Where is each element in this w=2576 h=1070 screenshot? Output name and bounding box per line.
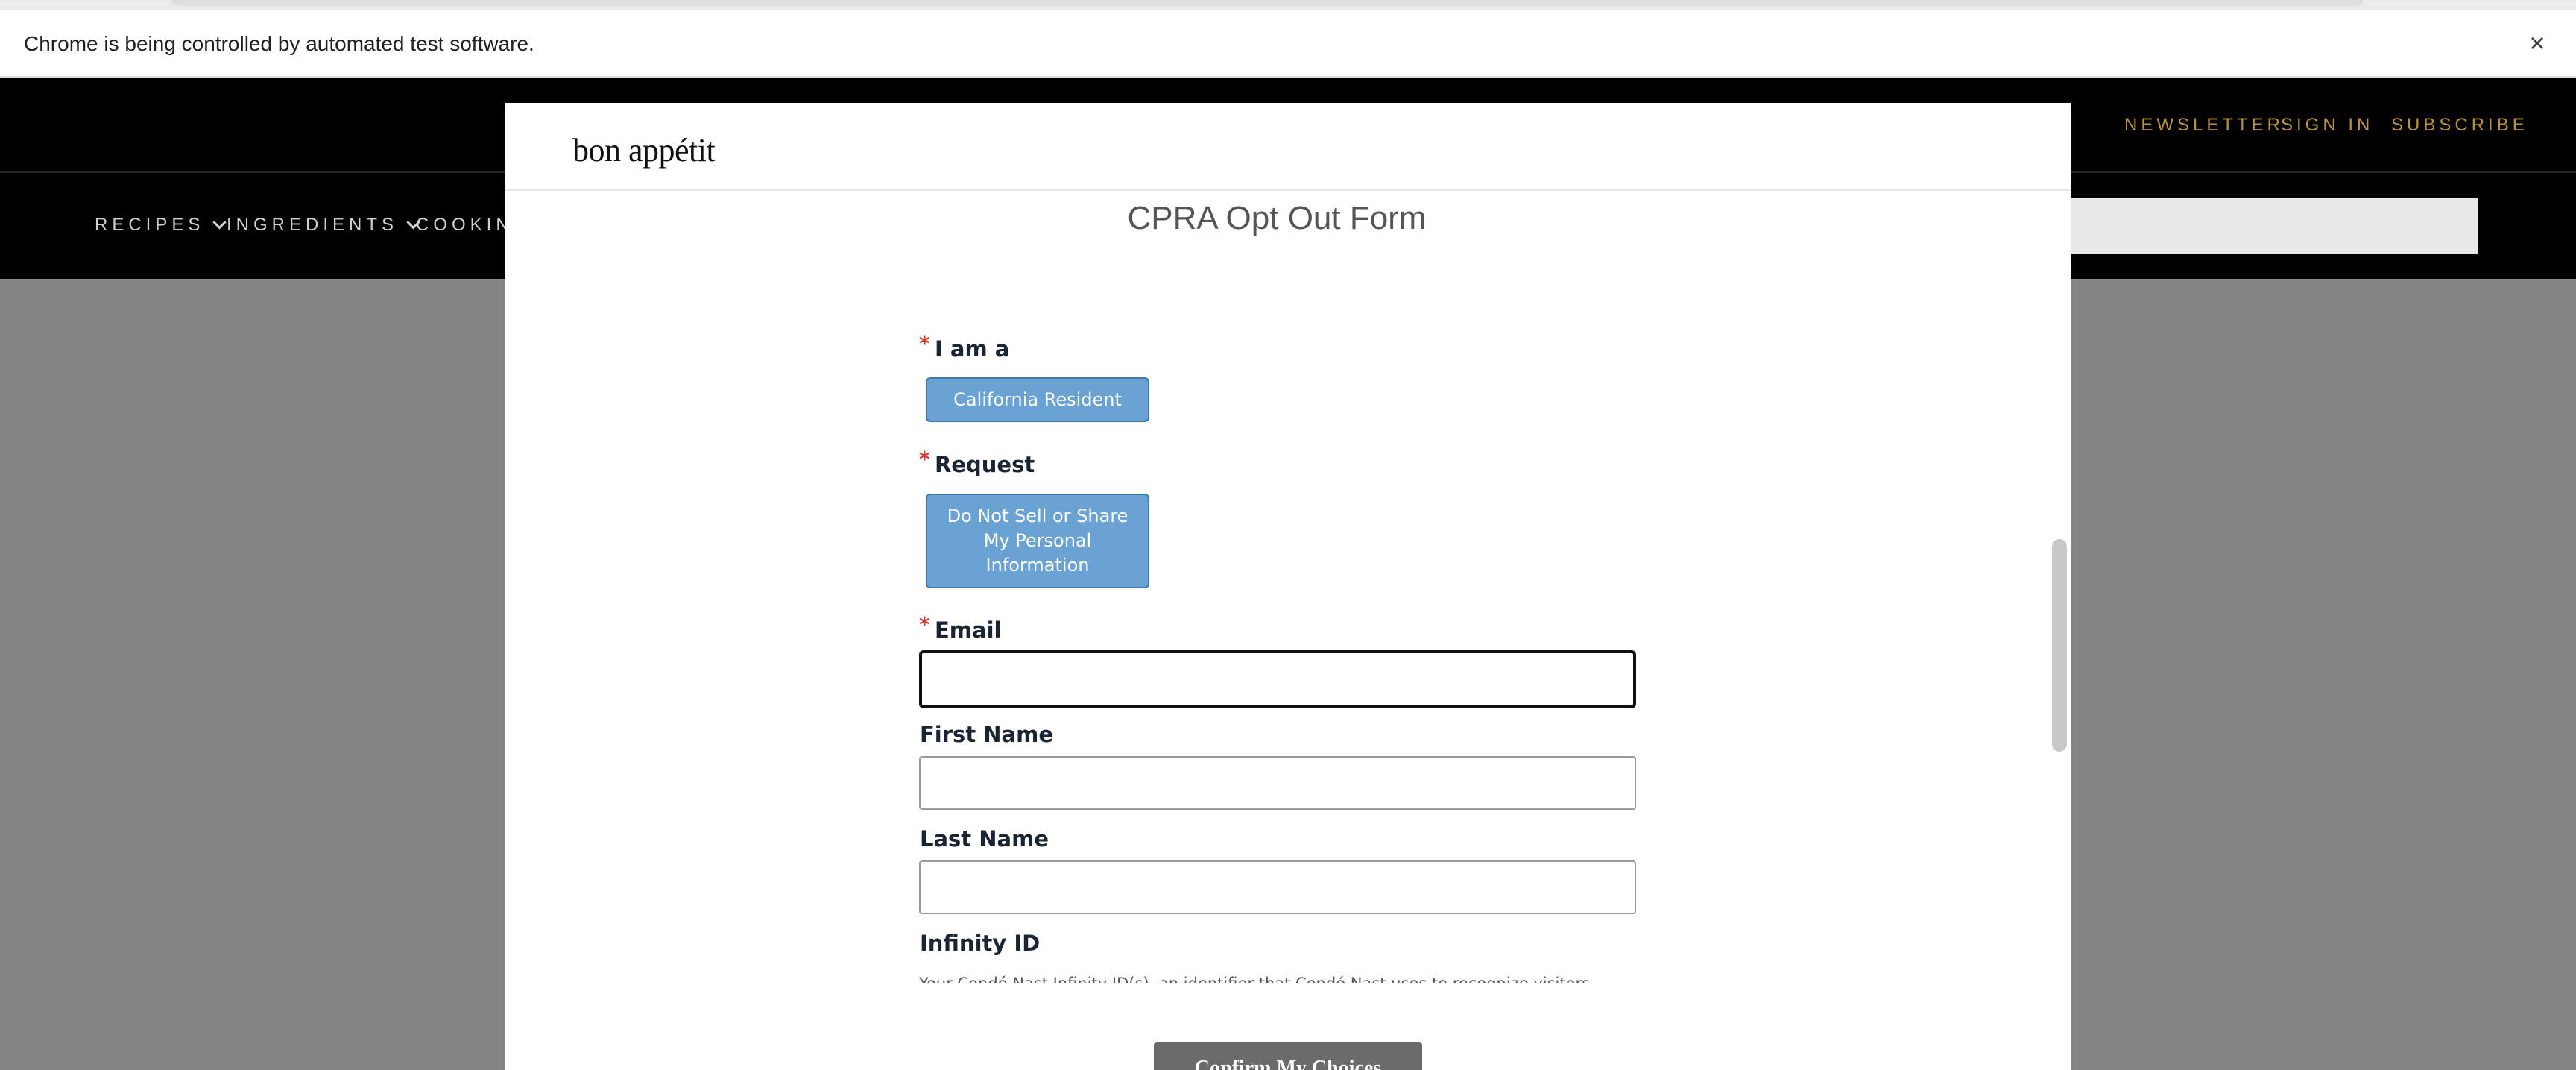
california-resident-button[interactable]: California Resident — [926, 377, 1149, 422]
first-name-field[interactable] — [919, 756, 1636, 810]
nav-ingredients-label: INGREDIENTS — [227, 215, 399, 235]
nav-ingredients[interactable]: INGREDIENTS — [227, 215, 420, 236]
required-marker: * — [919, 612, 930, 637]
close-icon[interactable]: × — [2521, 27, 2554, 60]
address-bar-edge — [171, 0, 2363, 6]
california-resident-label: California Resident — [953, 388, 1122, 410]
scrollbar-thumb[interactable] — [2052, 539, 2067, 752]
infobar-message: Chrome is being controlled by automated … — [24, 32, 534, 55]
nav-recipes[interactable]: RECIPES — [95, 215, 227, 236]
nav-recipes-label: RECIPES — [95, 215, 205, 235]
required-marker: * — [919, 447, 930, 471]
subscribe-link[interactable]: SUBSCRIBE — [2391, 115, 2528, 136]
first-name-label: First Name — [920, 722, 1053, 747]
nav-cooking[interactable]: COOKIN — [416, 215, 514, 236]
brand-logo: bon appétit — [572, 132, 716, 169]
automation-infobar: Chrome is being controlled by automated … — [0, 10, 2576, 78]
modal-header: bon appétit — [505, 103, 2071, 191]
infinity-id-description: Your Condé Nast Infinity ID(s), an ident… — [919, 968, 1590, 983]
email-field[interactable] — [919, 650, 1636, 708]
do-not-sell-label: Do Not Sell or Share My Personal Informa… — [947, 506, 1128, 576]
cpra-modal: bon appétit CPRA Opt Out Form * I am a C… — [505, 103, 2071, 1070]
request-label: Request — [935, 452, 1035, 477]
newsletter-link[interactable]: NEWSLETTER — [2124, 115, 2284, 136]
nav-cooking-label: COOKIN — [416, 215, 514, 235]
required-marker: * — [919, 331, 930, 356]
browser-top-strip — [0, 0, 2576, 10]
infinity-id-label: Infinity ID — [920, 931, 1041, 956]
last-name-label: Last Name — [920, 826, 1049, 852]
chevron-down-icon — [212, 215, 227, 229]
sign-in-link[interactable]: SIGN IN — [2281, 115, 2373, 136]
last-name-field[interactable] — [919, 860, 1636, 914]
do-not-sell-button[interactable]: Do Not Sell or Share My Personal Informa… — [926, 494, 1149, 588]
i-am-a-label: I am a — [935, 336, 1010, 362]
form-title: CPRA Opt Out Form — [1127, 200, 1427, 236]
email-label: Email — [935, 617, 1002, 643]
confirm-choices-button[interactable]: Confirm My Choices — [1154, 1042, 1422, 1070]
